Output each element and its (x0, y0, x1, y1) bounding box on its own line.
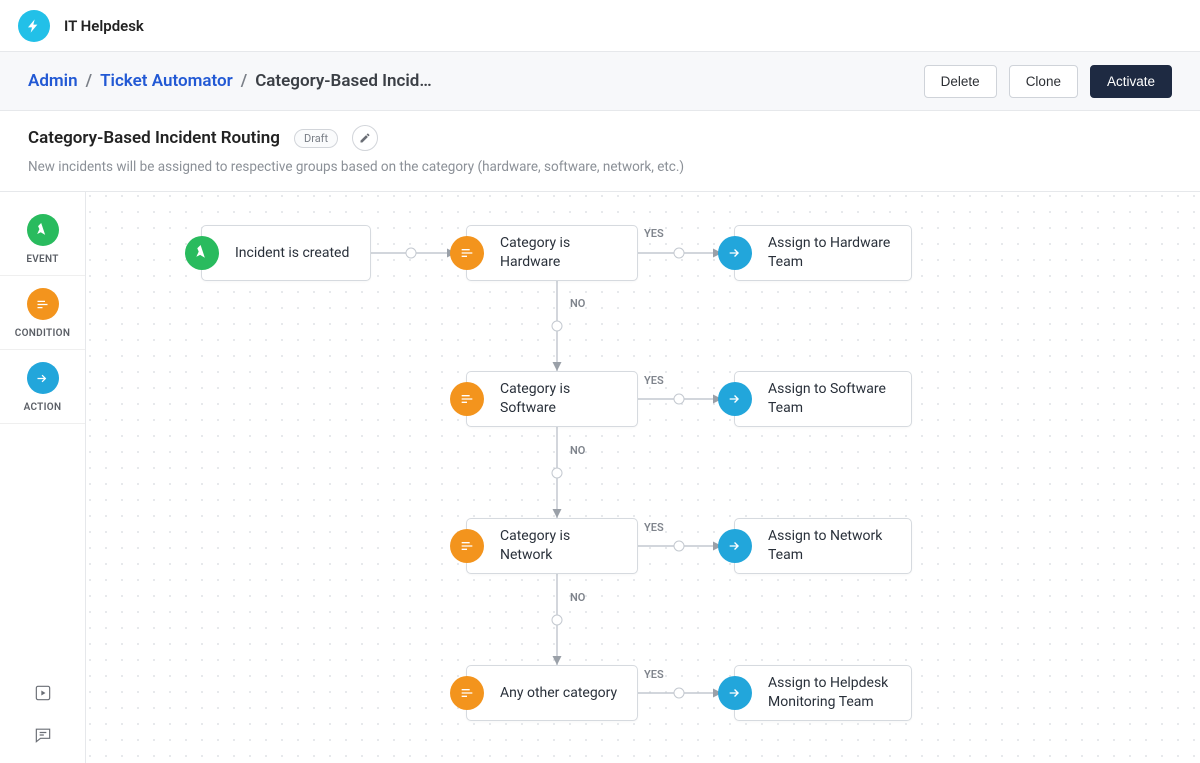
condition-icon (27, 288, 59, 320)
page-title: Category-Based Incident Routing (28, 128, 280, 148)
node-condition-network[interactable]: Category is Network (466, 518, 638, 574)
condition-icon (450, 529, 484, 563)
node-label: Any other category (500, 684, 617, 703)
node-action-network[interactable]: Assign to Network Team (734, 518, 912, 574)
delete-button[interactable]: Delete (924, 65, 997, 98)
action-icon (27, 362, 59, 394)
palette-event[interactable]: EVENT (0, 202, 85, 276)
action-icon (718, 382, 752, 416)
pencil-icon (359, 132, 371, 144)
breadcrumb-link-automator[interactable]: Ticket Automator (100, 71, 233, 91)
node-condition-other[interactable]: Any other category (466, 665, 638, 721)
node-action-software[interactable]: Assign to Software Team (734, 371, 912, 427)
edit-title-button[interactable] (352, 125, 378, 151)
event-icon (27, 214, 59, 246)
node-action-hardware[interactable]: Assign to Hardware Team (734, 225, 912, 281)
action-icon (718, 236, 752, 270)
breadcrumb-bar: Admin / Ticket Automator / Category-Base… (0, 52, 1200, 111)
node-condition-hardware[interactable]: Category is Hardware (466, 225, 638, 281)
node-label: Assign to Network Team (768, 527, 895, 565)
page-description: New incidents will be assigned to respec… (28, 159, 1172, 175)
node-label: Incident is created (235, 244, 349, 263)
clone-button[interactable]: Clone (1009, 65, 1078, 98)
breadcrumb-current: Category-Based Incid… (255, 71, 432, 91)
action-icon (718, 529, 752, 563)
edge-label-yes: YES (644, 668, 664, 681)
node-action-helpdesk[interactable]: Assign to Helpdesk Monitoring Team (734, 665, 912, 721)
breadcrumb-sep: / (241, 71, 247, 91)
title-strip: Category-Based Incident Routing Draft Ne… (0, 111, 1200, 192)
status-badge: Draft (294, 129, 338, 148)
activate-button[interactable]: Activate (1090, 65, 1172, 98)
breadcrumb: Admin / Ticket Automator / Category-Base… (28, 71, 432, 91)
node-label: Assign to Helpdesk Monitoring Team (768, 674, 895, 712)
workflow-canvas[interactable]: YES NO YES NO YES NO YES Incident is cre… (86, 192, 1200, 763)
action-icon (718, 676, 752, 710)
lightning-icon (26, 18, 42, 34)
play-tutorial-icon[interactable] (33, 683, 53, 707)
edge-label-no: NO (570, 297, 585, 310)
palette-label: EVENT (26, 254, 58, 265)
header-actions: Delete Clone Activate (924, 65, 1172, 98)
edge-label-no: NO (570, 591, 585, 604)
node-label: Category is Network (500, 527, 621, 565)
condition-icon (450, 676, 484, 710)
palette-label: CONDITION (15, 328, 70, 339)
help-chat-icon[interactable] (33, 725, 53, 749)
breadcrumb-link-admin[interactable]: Admin (28, 71, 78, 91)
condition-icon (450, 236, 484, 270)
event-icon (185, 236, 219, 270)
node-label: Category is Software (500, 380, 621, 418)
palette-condition[interactable]: CONDITION (0, 276, 85, 350)
main-area: EVENT CONDITION ACTION (0, 192, 1200, 763)
brand-title: IT Helpdesk (64, 17, 144, 35)
palette-label: ACTION (24, 402, 62, 413)
node-event[interactable]: Incident is created (201, 225, 371, 281)
palette-sidebar: EVENT CONDITION ACTION (0, 192, 86, 763)
node-label: Assign to Software Team (768, 380, 895, 418)
edge-label-yes: YES (644, 521, 664, 534)
brand-logo (18, 10, 50, 42)
condition-icon (450, 382, 484, 416)
node-label: Category is Hardware (500, 234, 621, 272)
palette-action[interactable]: ACTION (0, 350, 85, 424)
edge-label-no: NO (570, 444, 585, 457)
brand-bar: IT Helpdesk (0, 0, 1200, 52)
edge-label-yes: YES (644, 374, 664, 387)
node-label: Assign to Hardware Team (768, 234, 895, 272)
edge-label-yes: YES (644, 227, 664, 240)
breadcrumb-sep: / (86, 71, 92, 91)
node-condition-software[interactable]: Category is Software (466, 371, 638, 427)
